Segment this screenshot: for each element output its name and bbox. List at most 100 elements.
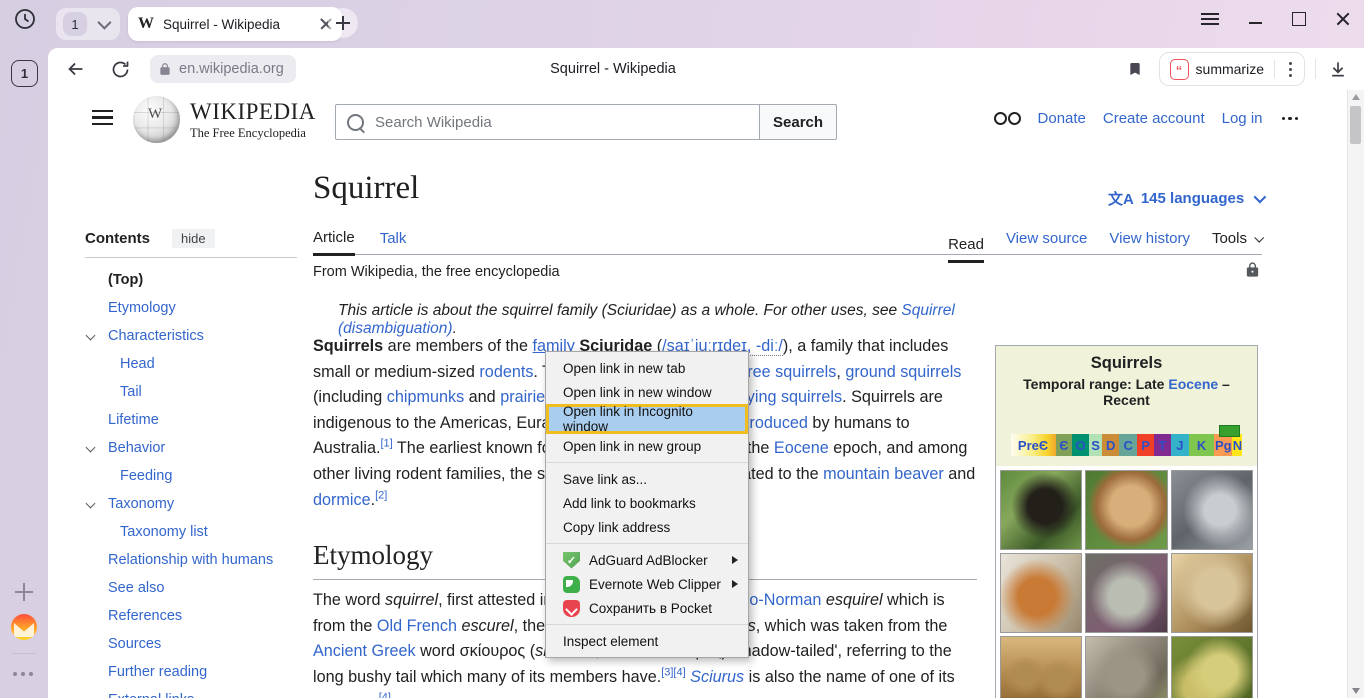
- toc-hide-button[interactable]: hide: [172, 229, 215, 248]
- timescale-period-K[interactable]: K: [1189, 434, 1214, 456]
- summarize-options-icon[interactable]: [1281, 62, 1300, 77]
- menu-item-add-link-to-bookmarks[interactable]: Add link to bookmarks: [546, 491, 748, 515]
- tab-group-count-badge[interactable]: 1: [63, 12, 87, 36]
- toc-item-external-links[interactable]: External links: [85, 686, 297, 698]
- photo-rock-ground-squirrel[interactable]: [1085, 553, 1167, 633]
- tab-view-history[interactable]: View history: [1109, 230, 1190, 254]
- maximize-button[interactable]: [1292, 12, 1306, 26]
- photo-chipmunk[interactable]: [1085, 470, 1167, 550]
- timescale-period-Pg[interactable]: Pg: [1214, 434, 1232, 456]
- downloads-icon[interactable]: [1326, 57, 1350, 81]
- https-lock-icon[interactable]: [158, 62, 172, 76]
- tab-read[interactable]: Read: [948, 236, 984, 263]
- photo-marmots[interactable]: [1085, 636, 1167, 698]
- log-in-link[interactable]: Log in: [1222, 110, 1263, 127]
- toc-item-further-reading[interactable]: Further reading: [85, 658, 297, 686]
- history-clock-icon[interactable]: [13, 7, 37, 31]
- browser-tab-squirrel[interactable]: W Squirrel - Wikipedia: [128, 7, 342, 41]
- timescale-period-T[interactable]: T: [1154, 434, 1171, 456]
- menu-item-open-link-in-new-tab[interactable]: Open link in new tab: [546, 356, 748, 380]
- timescale-period-PreЄ[interactable]: PreЄ: [1011, 434, 1056, 456]
- toc-item-see-also[interactable]: See also: [85, 574, 297, 602]
- wiki-link[interactable]: Ancient Greek: [313, 642, 416, 660]
- appearance-icon[interactable]: [994, 112, 1021, 125]
- menu-item-open-link-in-new-group[interactable]: Open link in new group: [546, 434, 748, 458]
- back-button[interactable]: [64, 57, 88, 81]
- toc-item-head[interactable]: Head: [85, 350, 297, 378]
- toc-item--top-[interactable]: (Top): [85, 266, 297, 294]
- wiki-link[interactable]: flying squirrels: [739, 388, 842, 406]
- donate-link[interactable]: Donate: [1038, 110, 1086, 127]
- menu-item-adguard-adblocker[interactable]: ✓AdGuard AdBlocker: [546, 548, 748, 572]
- minimize-button[interactable]: [1249, 22, 1262, 24]
- wiki-link[interactable]: [2]: [375, 489, 387, 501]
- toc-item-etymology[interactable]: Etymology: [85, 294, 297, 322]
- timescale-period-S[interactable]: S: [1089, 434, 1102, 456]
- browser-menu-icon[interactable]: [1201, 13, 1219, 25]
- photo-prairie-dogs[interactable]: [1171, 636, 1253, 698]
- toc-item-feeding[interactable]: Feeding: [85, 462, 297, 490]
- create-account-link[interactable]: Create account: [1103, 110, 1205, 127]
- wiki-link[interactable]: [1]: [380, 438, 392, 450]
- page-protection-lock-icon[interactable]: [1244, 260, 1261, 279]
- toc-item-taxonomy-list[interactable]: Taxonomy list: [85, 518, 297, 546]
- toc-expand-chevron-icon[interactable]: [86, 331, 96, 341]
- timescale-period-J[interactable]: J: [1171, 434, 1189, 456]
- photo-standing-ground-squirrels[interactable]: [1000, 636, 1082, 698]
- toc-item-behavior[interactable]: Behavior: [85, 434, 297, 462]
- toc-item-sources[interactable]: Sources: [85, 630, 297, 658]
- wiki-link[interactable]: Eocene: [774, 439, 829, 457]
- geologic-timescale-bar[interactable]: PreЄЄOSDCPTJKPgN: [1011, 434, 1243, 456]
- menu-item-inspect-element[interactable]: Inspect element: [546, 629, 748, 653]
- wiki-link[interactable]: Old French: [377, 617, 457, 635]
- summarize-button[interactable]: “ summarize: [1159, 52, 1305, 86]
- wiki-link[interactable]: dormice: [313, 491, 371, 509]
- workspace-badge[interactable]: 1: [11, 60, 38, 87]
- menu-item-open-link-in-new-window[interactable]: Open link in new window: [546, 380, 748, 404]
- toc-item-relationship-with-humans[interactable]: Relationship with humans: [85, 546, 297, 574]
- menu-item-open-link-in-incognito-window[interactable]: Open link in Incognito window: [546, 404, 748, 434]
- toc-item-characteristics[interactable]: Characteristics: [85, 322, 297, 350]
- page-scrollbar[interactable]: [1347, 90, 1364, 698]
- menu-item-save-link-as-[interactable]: Save link as...: [546, 467, 748, 491]
- timescale-period-C[interactable]: C: [1119, 434, 1137, 456]
- wiki-search-box[interactable]: [335, 104, 759, 140]
- timescale-period-N[interactable]: N: [1232, 434, 1242, 456]
- scroll-down-icon[interactable]: [1348, 684, 1364, 698]
- wiki-link[interactable]: ground squirrels: [845, 363, 961, 381]
- new-tab-button[interactable]: [328, 8, 358, 38]
- wikipedia-globe-logo[interactable]: W: [133, 96, 180, 143]
- wiki-link[interactable]: [3][4]: [661, 666, 685, 678]
- wiki-link[interactable]: mountain beaver: [823, 465, 944, 483]
- photo-fox-squirrel[interactable]: [1000, 553, 1082, 633]
- menu-item-evernote-web-clipper[interactable]: Evernote Web Clipper: [546, 572, 748, 596]
- photo-gray-tree-squirrel[interactable]: [1171, 470, 1253, 550]
- tab-article[interactable]: Article: [313, 229, 355, 256]
- tab-talk[interactable]: Talk: [380, 230, 407, 254]
- wiki-menu-icon[interactable]: [92, 110, 113, 125]
- wiki-link[interactable]: Sciurus: [690, 668, 744, 686]
- photo-black-giant-squirrel[interactable]: [1000, 470, 1082, 550]
- close-window-button[interactable]: [1336, 12, 1350, 26]
- toc-item-tail[interactable]: Tail: [85, 378, 297, 406]
- search-input[interactable]: [373, 113, 759, 132]
- timescale-period-O[interactable]: O: [1072, 434, 1089, 456]
- toc-item-lifetime[interactable]: Lifetime: [85, 406, 297, 434]
- toc-item-references[interactable]: References: [85, 602, 297, 630]
- tab-view-source[interactable]: View source: [1006, 230, 1087, 254]
- bookmark-icon[interactable]: [1127, 60, 1143, 78]
- search-button[interactable]: Search: [759, 104, 837, 140]
- wiki-link[interactable]: chipmunks: [387, 388, 464, 406]
- tab-group-pill[interactable]: 1: [56, 8, 120, 40]
- toc-expand-chevron-icon[interactable]: [86, 443, 96, 453]
- address-bar[interactable]: en.wikipedia.org: [150, 55, 296, 83]
- yandex-mail-icon[interactable]: [11, 614, 37, 640]
- sidebar-add-icon[interactable]: [14, 582, 34, 602]
- sidebar-more-icon[interactable]: [13, 672, 33, 676]
- wiki-link[interactable]: [4]: [379, 692, 391, 698]
- languages-button[interactable]: 文A 145 languages: [1108, 188, 1263, 209]
- menu-item-сохранить-в-pocket[interactable]: Сохранить в Pocket: [546, 596, 748, 620]
- wikipedia-wordmark[interactable]: WIKIPEDIA The Free Encyclopedia: [190, 99, 316, 141]
- scroll-up-icon[interactable]: [1348, 90, 1364, 104]
- menu-item-copy-link-address[interactable]: Copy link address: [546, 515, 748, 539]
